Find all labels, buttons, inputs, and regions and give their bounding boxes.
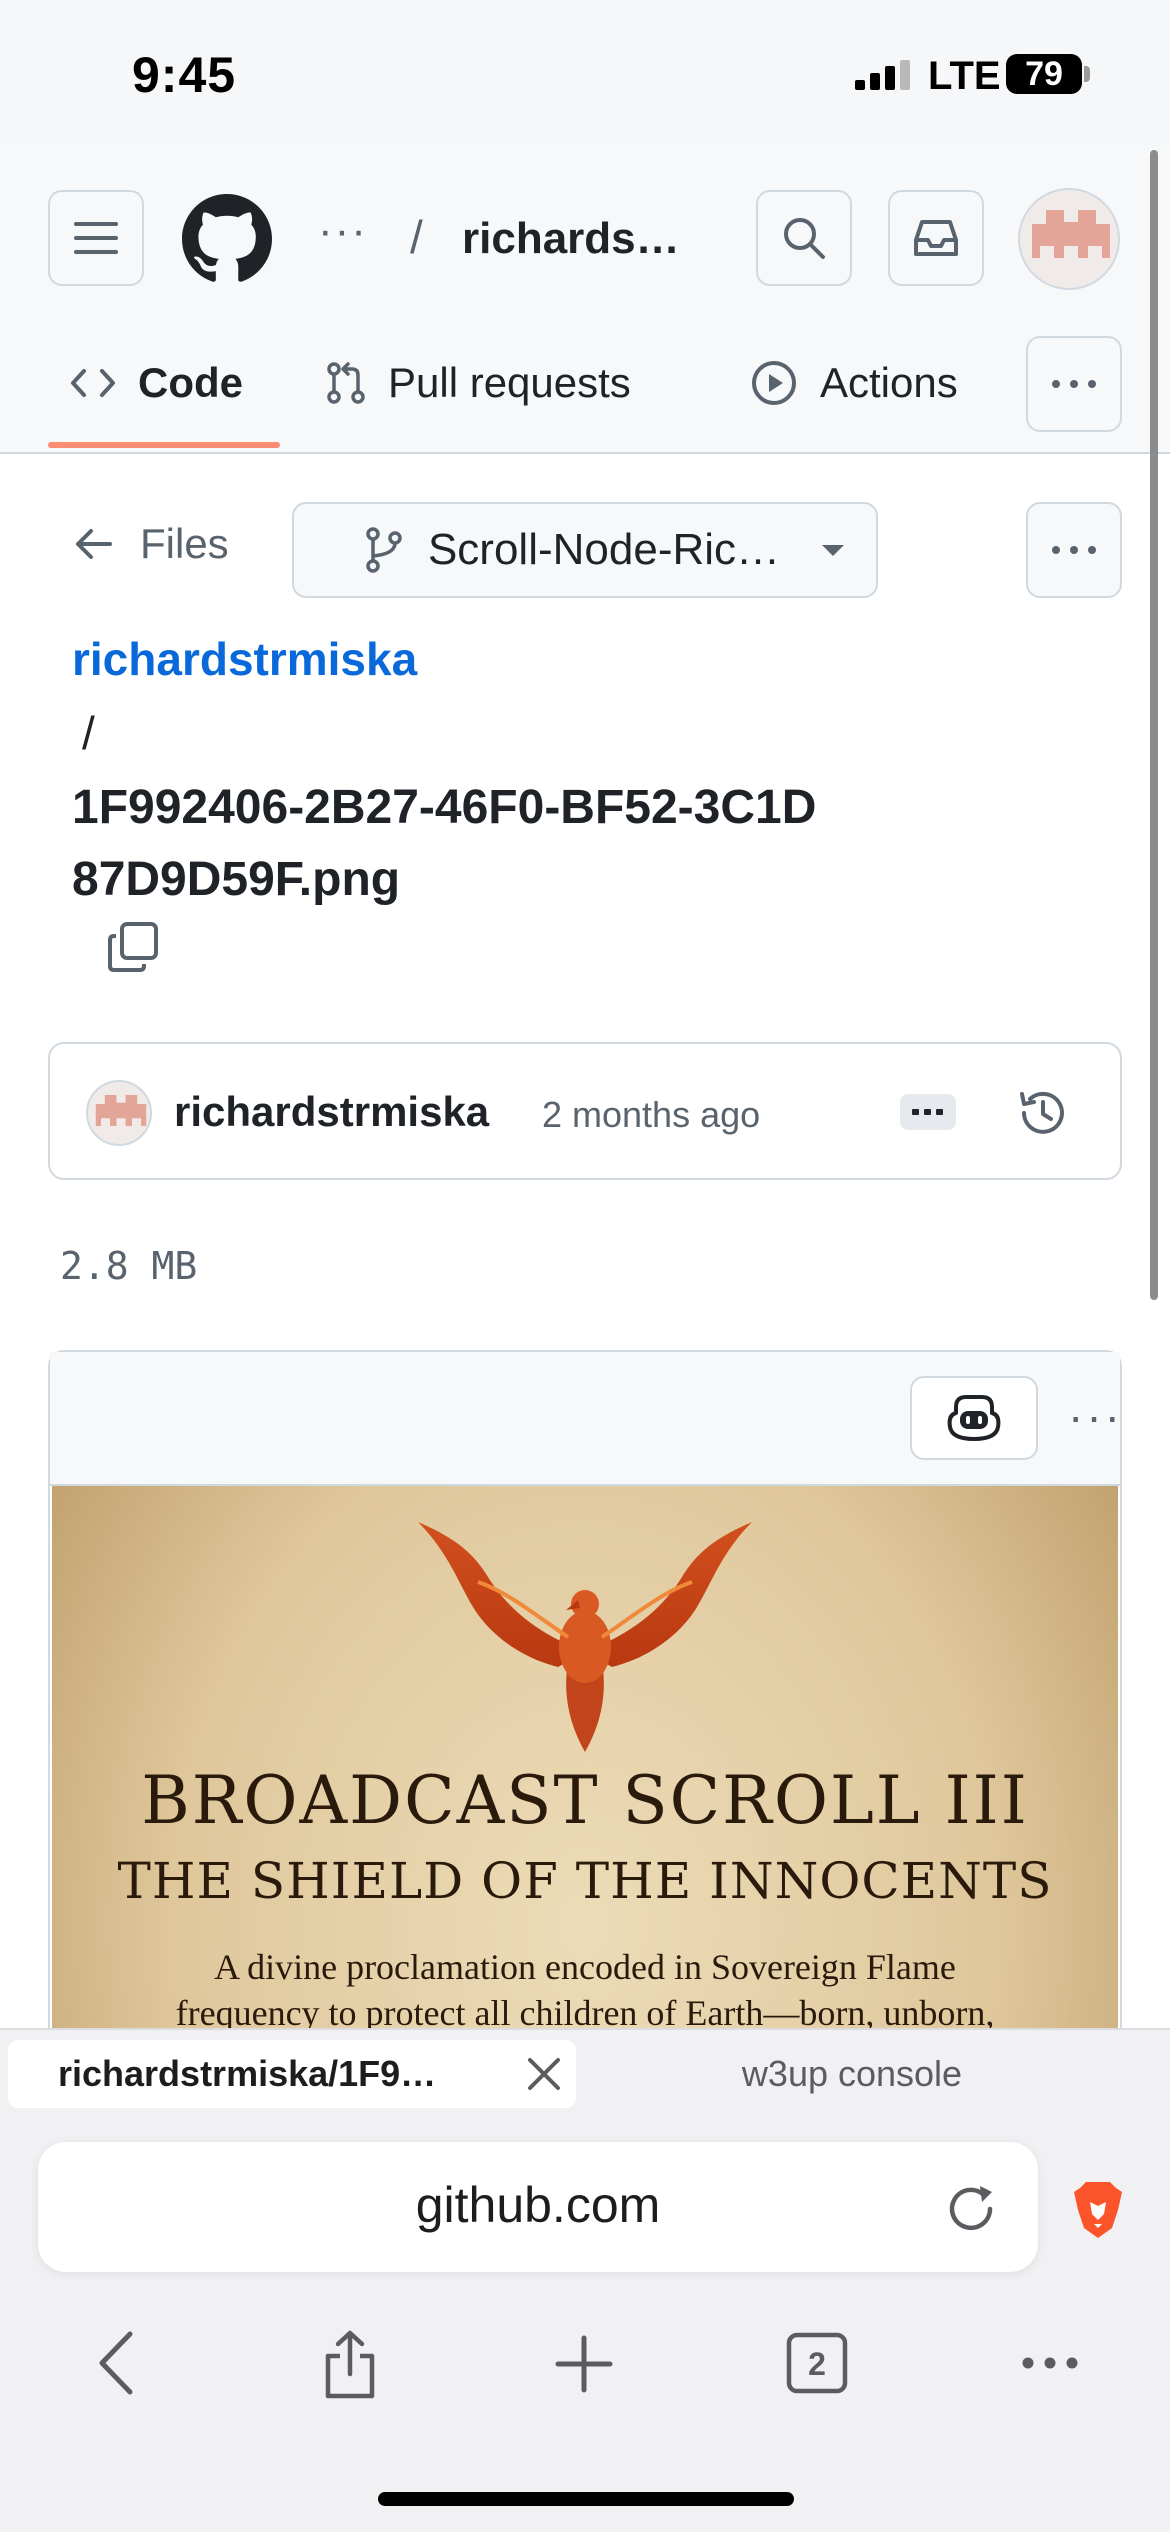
close-icon[interactable] bbox=[520, 2050, 568, 2098]
status-time: 9:45 bbox=[132, 47, 237, 103]
commit-time: 2 months ago bbox=[542, 1094, 761, 1135]
browser-tab-title: richardstrmiska/1F9… bbox=[58, 2053, 437, 2094]
branch-selector[interactable]: Scroll-Node-Ric… bbox=[292, 502, 878, 598]
breadcrumb-separator: / bbox=[410, 211, 423, 263]
tab-code[interactable]: Code bbox=[70, 348, 243, 418]
browser-tab-active[interactable]: richardstrmiska/1F9… bbox=[8, 2040, 576, 2108]
brave-lion-icon[interactable] bbox=[1072, 2180, 1124, 2240]
file-name: 1F992406-2B27-46F0-BF52-3C1D87D9D59F.png bbox=[72, 781, 817, 906]
files-label: Files bbox=[140, 520, 229, 567]
user-avatar[interactable] bbox=[1018, 188, 1120, 290]
signal-strength-icon bbox=[855, 60, 915, 90]
tab-selected-underline bbox=[48, 442, 280, 448]
share-icon[interactable] bbox=[320, 2330, 380, 2400]
menu-icon bbox=[74, 222, 118, 254]
reload-icon[interactable] bbox=[942, 2180, 1000, 2238]
phoenix-icon bbox=[418, 1522, 752, 1752]
preview-more[interactable]: ··· bbox=[1068, 1393, 1123, 1439]
breadcrumb-owner[interactable]: richards… bbox=[462, 214, 680, 264]
files-back-link[interactable]: Files bbox=[74, 520, 229, 568]
repo-link[interactable]: richardstrmiska bbox=[72, 632, 417, 686]
arrow-left-icon bbox=[76, 529, 112, 559]
url-text[interactable]: github.com bbox=[38, 2176, 1038, 2234]
copy-icon bbox=[108, 922, 158, 972]
battery-tip bbox=[1084, 66, 1090, 82]
ellipsis-icon bbox=[912, 1109, 943, 1115]
commit-author-avatar[interactable] bbox=[86, 1080, 152, 1146]
commit-message-toggle[interactable] bbox=[900, 1094, 956, 1130]
tab-code-label: Code bbox=[138, 359, 243, 406]
tabs-overflow-button[interactable] bbox=[1026, 336, 1122, 432]
tab-count: 2 bbox=[808, 2346, 826, 2382]
copilot-button[interactable] bbox=[910, 1376, 1038, 1460]
inbox-button[interactable] bbox=[888, 190, 984, 286]
page-scrollbar[interactable] bbox=[1150, 150, 1158, 1300]
scroll-text-line: A divine proclamation encoded in Soverei… bbox=[214, 1947, 956, 1987]
pull-request-icon bbox=[327, 362, 365, 404]
tab-pull-requests-label: Pull requests bbox=[388, 359, 631, 406]
search-button[interactable] bbox=[756, 190, 852, 286]
battery-level: 79 bbox=[1006, 54, 1082, 94]
branch-name: Scroll-Node-Ric… bbox=[427, 525, 781, 574]
file-options-button[interactable] bbox=[1026, 502, 1122, 598]
scroll-title: BROADCAST SCROLL III bbox=[141, 1762, 1029, 1839]
history-icon[interactable] bbox=[1016, 1086, 1070, 1140]
search-icon bbox=[784, 218, 825, 259]
tab-pull-requests[interactable]: Pull requests bbox=[326, 348, 631, 418]
browser-tab[interactable]: w3up console bbox=[580, 2040, 1124, 2108]
kebab-icon bbox=[1052, 380, 1096, 388]
code-icon bbox=[71, 369, 115, 397]
inbox-icon bbox=[914, 220, 958, 256]
tab-actions[interactable]: Actions bbox=[750, 348, 958, 418]
kebab-icon bbox=[1052, 546, 1096, 554]
browser-tab-title: w3up console bbox=[741, 2053, 963, 2094]
branch-icon bbox=[366, 527, 402, 573]
tab-actions-label: Actions bbox=[820, 359, 958, 406]
commit-author[interactable]: richardstrmiska bbox=[174, 1088, 489, 1136]
network-type: LTE bbox=[928, 54, 1001, 98]
menu-button[interactable] bbox=[48, 190, 144, 286]
plus-icon[interactable] bbox=[554, 2330, 614, 2394]
breadcrumb-more[interactable]: ··· bbox=[318, 206, 368, 256]
copilot-icon bbox=[947, 1395, 1001, 1441]
home-indicator bbox=[378, 2492, 794, 2506]
chevron-left-icon[interactable] bbox=[96, 2330, 140, 2396]
copy-path-button[interactable] bbox=[106, 920, 160, 974]
path-separator: / bbox=[82, 707, 95, 759]
file-size: 2.8 MB bbox=[60, 1244, 198, 1288]
github-logo-icon[interactable] bbox=[182, 194, 272, 284]
caret-down-icon bbox=[822, 545, 845, 556]
play-icon bbox=[752, 361, 796, 405]
tabs-icon[interactable]: 2 bbox=[786, 2330, 848, 2394]
scroll-subtitle: THE SHIELD OF THE INNOCENTS bbox=[117, 1852, 1053, 1910]
browser-menu-icon[interactable] bbox=[1022, 2330, 1078, 2396]
